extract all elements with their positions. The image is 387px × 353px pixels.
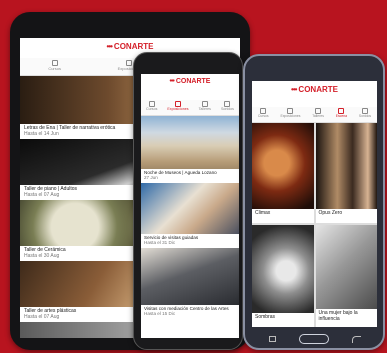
grid-item[interactable]: Una mujer bajo la influencia xyxy=(315,225,377,327)
item-caption: Noche de Museos | Agueda Lozano 27 Jun xyxy=(141,169,239,182)
phone-middle-nav: Cursos Exposiciones Talleres Sonidos xyxy=(141,100,239,116)
tab-talleres[interactable]: Talleres xyxy=(312,108,324,122)
grid-item[interactable]: Climax xyxy=(252,123,314,223)
app-logo: ••• CONARTE xyxy=(291,85,338,94)
item-caption: Visitas con mediación Centro de las Arte… xyxy=(141,305,239,318)
app-header: ••• CONARTE xyxy=(252,81,377,107)
tab-cursos[interactable]: Cursos xyxy=(146,101,157,115)
list-item[interactable]: Noche de Museos | Agueda Lozano 27 Jun xyxy=(141,116,239,182)
item-caption: Climax xyxy=(252,209,314,223)
grid-item[interactable]: Sombras xyxy=(252,225,314,327)
app-logo: ••• CONARTE xyxy=(169,78,211,85)
list-item[interactable]: Visitas con mediación Centro de las Arte… xyxy=(141,248,239,318)
item-image xyxy=(315,123,377,223)
back-icon[interactable] xyxy=(352,336,361,343)
home-button[interactable] xyxy=(299,334,329,344)
app-logo: ••• CONARTE xyxy=(106,42,154,51)
tab-exposiciones[interactable]: Exposiciones xyxy=(167,101,189,115)
list-item[interactable]: Servicio de visitas guiadas Hasta el 31 … xyxy=(141,183,239,247)
event-grid: Climax Opus Zero Sombras Una mujer bajo … xyxy=(252,123,377,327)
phone-front-screen: ••• CONARTE Cursos Exposiciones Talleres… xyxy=(252,81,377,327)
phone-front-nav: Cursos Exposiciones Talleres Escena Soni… xyxy=(252,107,377,123)
tab-sonidos[interactable]: Sonidos xyxy=(221,101,234,115)
item-caption: Servicio de visitas guiadas Hasta el 31 … xyxy=(141,234,239,247)
tab-talleres[interactable]: Talleres xyxy=(199,101,211,115)
grid-item[interactable]: Opus Zero xyxy=(315,123,377,223)
recent-apps-icon[interactable] xyxy=(269,336,276,342)
item-image xyxy=(252,123,314,223)
tab-sonidos[interactable]: Sonidos xyxy=(359,108,371,122)
item-caption: Una mujer bajo la influencia xyxy=(315,309,377,327)
phone-middle-screen: ••• CONARTE Cursos Exposiciones Talleres… xyxy=(141,74,239,338)
tab-cursos[interactable]: Cursos xyxy=(258,108,269,122)
phone-front-device: ••• CONARTE Cursos Exposiciones Talleres… xyxy=(243,54,385,350)
item-caption: Opus Zero xyxy=(315,209,377,223)
app-header: ••• CONARTE xyxy=(141,74,239,100)
tab-cursos[interactable]: Cursos xyxy=(48,60,61,75)
tab-escena[interactable]: Escena xyxy=(336,108,347,122)
item-image xyxy=(252,225,314,327)
item-caption: Sombras xyxy=(252,313,314,327)
phone-middle-device: ••• CONARTE Cursos Exposiciones Talleres… xyxy=(133,52,243,350)
tab-exposiciones[interactable]: Exposiciones xyxy=(280,108,300,122)
